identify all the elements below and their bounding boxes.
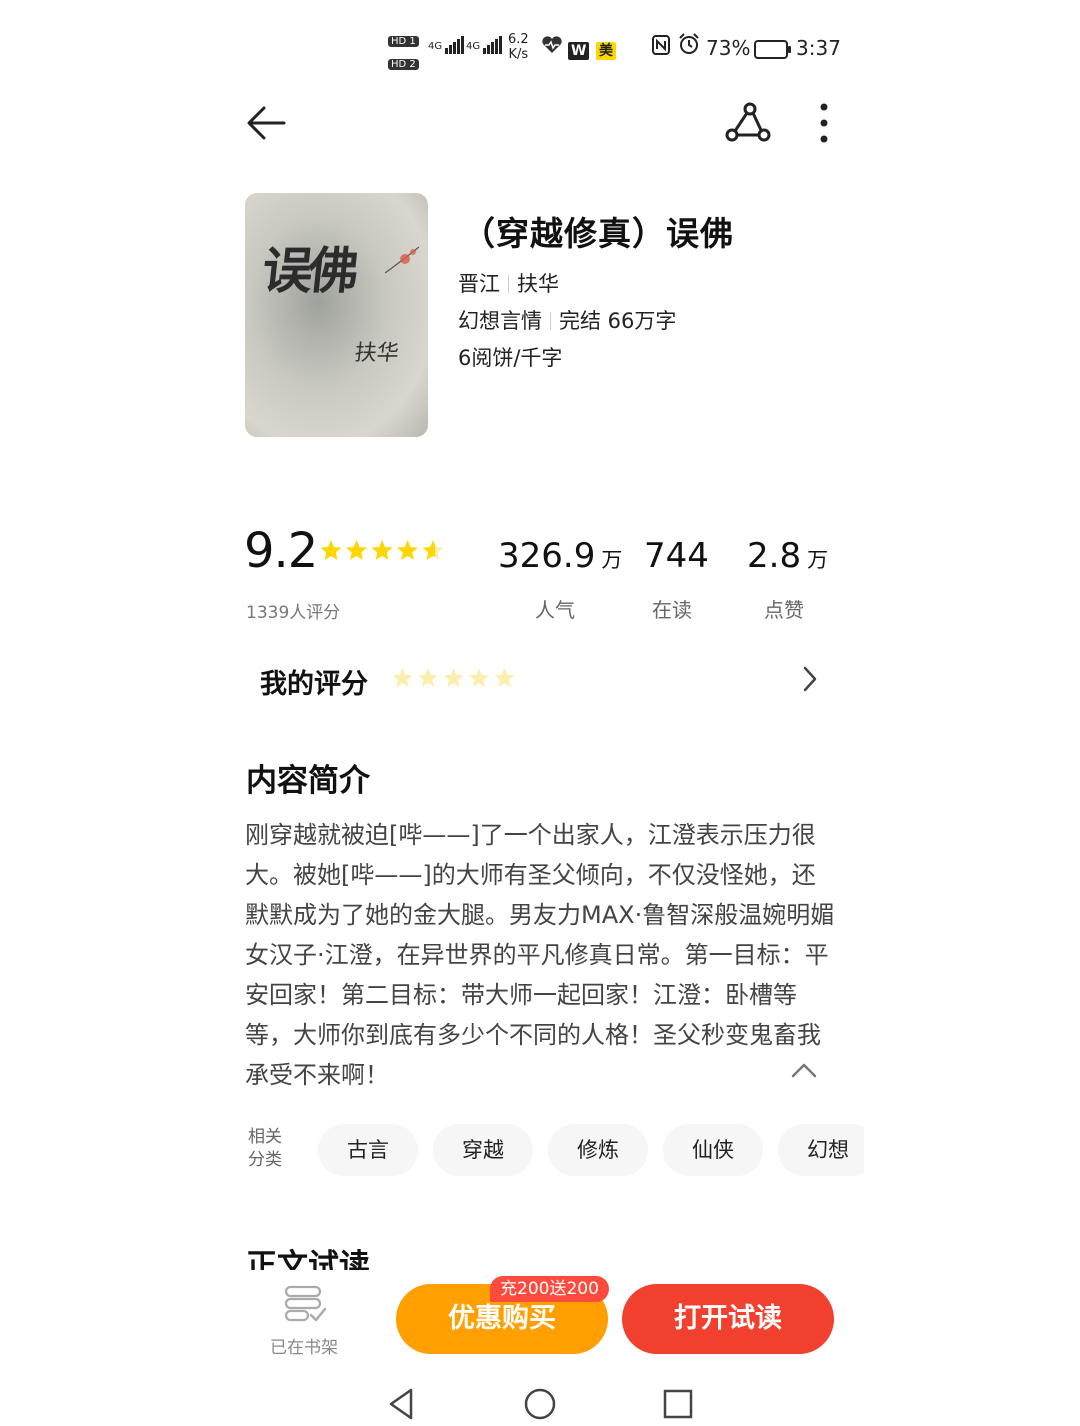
status-bar: HD 1 HD 2 4G 4G 6.2 K/s W 美 73% 3:37 [388, 28, 848, 71]
clock: 3:37 [796, 36, 841, 60]
star-icon [320, 540, 342, 560]
sim1-label: 4G [428, 41, 443, 52]
bookshelf-icon [284, 1285, 327, 1322]
related-category-label-line1: 相关 [248, 1127, 282, 1147]
stat-popularity-label: 人气 [535, 598, 575, 622]
chevron-up-icon [791, 1063, 817, 1078]
more-vert-icon [820, 103, 828, 143]
book-title: （穿越修真）误佛 [462, 214, 734, 253]
nav-back-icon [389, 1388, 413, 1420]
book-price: 6阅饼/千字 [458, 346, 563, 370]
star-icon [371, 540, 393, 560]
book-source-author: 晋江 扶华 [458, 268, 559, 298]
cover-title: 误佛 [259, 241, 358, 300]
my-rating-label: 我的评分 [260, 669, 368, 700]
signal-sim2-icon: 4G [466, 36, 503, 54]
alarm-icon [678, 28, 700, 68]
collapse-synopsis-button[interactable] [790, 1060, 818, 1082]
nav-back-button[interactable] [385, 1386, 421, 1422]
net-speed-unit: K/s [508, 47, 529, 62]
synopsis-text: 刚穿越就被迫[哔——]了一个出家人，江澄表示压力很大。被她[哔——]的大师有圣父… [245, 821, 835, 1089]
bookshelf-button[interactable] [282, 1284, 328, 1324]
tag-item[interactable]: 古言 [318, 1124, 418, 1176]
stat-likes-number: 2.8 [747, 536, 802, 576]
book-cover[interactable]: 误佛 扶华 [245, 193, 428, 437]
book-source: 晋江 [458, 272, 500, 296]
star-icon [346, 540, 367, 560]
cover-author: 扶华 [353, 341, 401, 366]
trial-reading-title: 正文试读 [246, 1248, 370, 1270]
signal-sim1-icon: 4G [428, 36, 465, 54]
rating-stars [320, 540, 444, 560]
star-outline-icon[interactable] [443, 668, 464, 687]
stat-reading-label: 在读 [652, 598, 692, 622]
stat-likes-unit: 万 [807, 548, 829, 572]
star-outline-icon[interactable] [392, 668, 413, 687]
share-button[interactable] [724, 100, 774, 146]
synopsis-title: 内容简介 [246, 763, 370, 799]
star-outline-icon[interactable] [494, 668, 515, 687]
stat-reading-number: 744 [644, 536, 709, 576]
tag-item[interactable]: 仙侠 [663, 1124, 763, 1176]
chevron-right-icon [803, 666, 817, 692]
my-rating-row[interactable]: 我的评分 [244, 652, 844, 708]
star-outline-icon[interactable] [469, 668, 489, 687]
network-speed: 6.2 K/s [508, 32, 529, 62]
book-genre: 幻想言情 [458, 309, 542, 333]
nav-recents-button[interactable] [660, 1386, 696, 1422]
share-icon [725, 102, 771, 142]
star-outline-icon[interactable] [418, 668, 438, 687]
nav-recents-icon [663, 1389, 693, 1419]
star-icon [397, 540, 418, 560]
net-speed-value: 6.2 [508, 32, 529, 47]
nav-home-icon [524, 1388, 556, 1420]
battery-percent: 73% [706, 36, 751, 60]
my-rating-stars[interactable] [392, 668, 516, 692]
rating-score: 9.2 [244, 523, 318, 579]
book-status: 完结 66万字 [559, 309, 677, 333]
tag-list: 古言 穿越 修炼 仙侠 幻想 [318, 1124, 864, 1176]
tag-item[interactable]: 穿越 [433, 1124, 533, 1176]
stat-reading-value: 744 [644, 536, 709, 576]
nfc-icon [652, 28, 670, 68]
tag-item[interactable]: 修炼 [548, 1124, 648, 1176]
book-author[interactable]: 扶华 [517, 272, 559, 296]
nav-home-button[interactable] [522, 1386, 558, 1422]
stat-likes-label: 点赞 [764, 598, 804, 622]
back-arrow-icon [247, 106, 286, 140]
promo-badge: 充200送200 [490, 1276, 609, 1302]
related-category-label-line2: 分类 [248, 1150, 282, 1170]
book-genre-status: 幻想言情 完结 66万字 [458, 305, 676, 335]
health-icon [541, 28, 563, 68]
meituan-badge: 美 [596, 42, 616, 60]
rating-count: 1339人评分 [246, 603, 341, 623]
related-category-label: 相关 分类 [248, 1126, 288, 1172]
wps-app-icon: W [568, 28, 590, 71]
open-trial-read-button[interactable]: 打开试读 [622, 1284, 834, 1354]
bookshelf-label: 已在书架 [270, 1338, 338, 1358]
back-button[interactable] [244, 100, 290, 146]
wps-badge: W [568, 42, 590, 60]
more-options-button[interactable] [808, 100, 840, 146]
stat-popularity-unit: 万 [601, 548, 623, 572]
stat-popularity-value: 326.9 万 [498, 536, 622, 576]
sim2-label: 4G [466, 41, 481, 52]
battery-icon [754, 28, 791, 68]
star-icon [422, 540, 444, 560]
stat-popularity-number: 326.9 [498, 536, 596, 576]
hd2-badge: HD 2 [388, 59, 419, 70]
tag-item[interactable]: 幻想 [778, 1124, 864, 1176]
hd-indicators: HD 1 HD 2 [388, 30, 419, 72]
hd1-badge: HD 1 [388, 36, 419, 47]
stat-likes-value: 2.8 万 [747, 536, 828, 576]
meituan-app-icon: 美 [596, 28, 616, 71]
plum-blossom-icon [385, 246, 419, 274]
